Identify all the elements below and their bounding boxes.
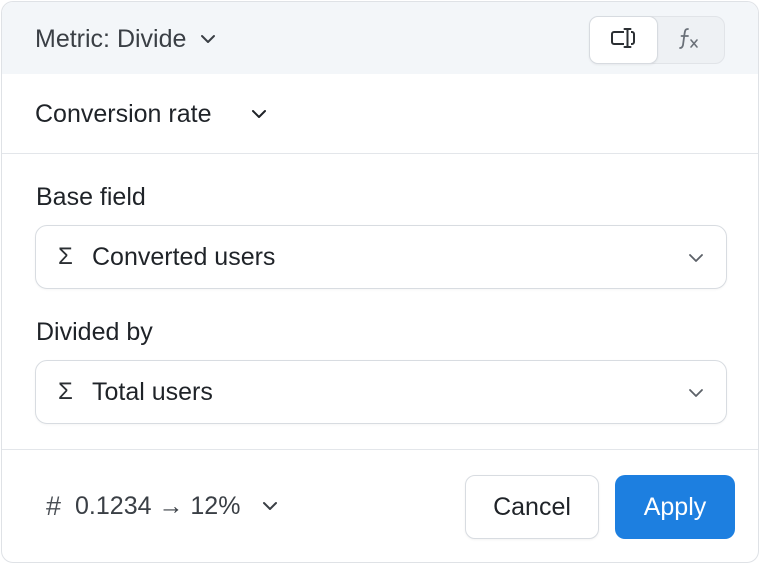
metric-editor-panel: Metric: Divide Conversion rate Base fiel… <box>1 1 759 563</box>
sigma-icon: Σ <box>58 378 73 405</box>
cancel-button[interactable]: Cancel <box>465 475 599 539</box>
metric-name-select[interactable]: Conversion rate <box>35 97 269 131</box>
chevron-down-icon <box>198 29 218 49</box>
chevron-down-icon <box>686 383 706 408</box>
number-format-example: 0.1234 → 12% <box>75 491 241 520</box>
divided-by-label: Divided by <box>36 318 153 346</box>
field-input-icon <box>610 26 638 55</box>
apply-button[interactable]: Apply <box>615 475 735 539</box>
function-fx-icon <box>678 26 704 55</box>
base-field-label: Base field <box>36 183 146 211</box>
panel-footer: # 0.1234 → 12% Cancel Apply <box>2 449 758 562</box>
number-format-select[interactable]: # 0.1234 → 12% <box>46 489 280 523</box>
mode-toggle <box>589 16 725 64</box>
base-field-select[interactable]: Σ Converted users <box>35 225 727 289</box>
divided-by-value: Total users <box>92 377 213 406</box>
divided-by-select[interactable]: Σ Total users <box>35 360 727 424</box>
base-field-value: Converted users <box>92 242 276 271</box>
metric-type-select[interactable]: Metric: Divide <box>35 23 218 55</box>
metric-name: Conversion rate <box>35 99 212 128</box>
sigma-icon: Σ <box>58 243 73 270</box>
chevron-down-icon <box>249 104 269 124</box>
chevron-down-icon <box>686 248 706 273</box>
hash-icon: # <box>46 490 62 521</box>
metric-name-row: Conversion rate <box>2 74 758 154</box>
metric-type-label: Metric: Divide <box>35 24 187 53</box>
formula-mode-button[interactable] <box>657 17 724 63</box>
builder-mode-button[interactable] <box>589 16 658 64</box>
chevron-down-icon <box>260 496 280 516</box>
panel-header: Metric: Divide <box>2 2 758 74</box>
